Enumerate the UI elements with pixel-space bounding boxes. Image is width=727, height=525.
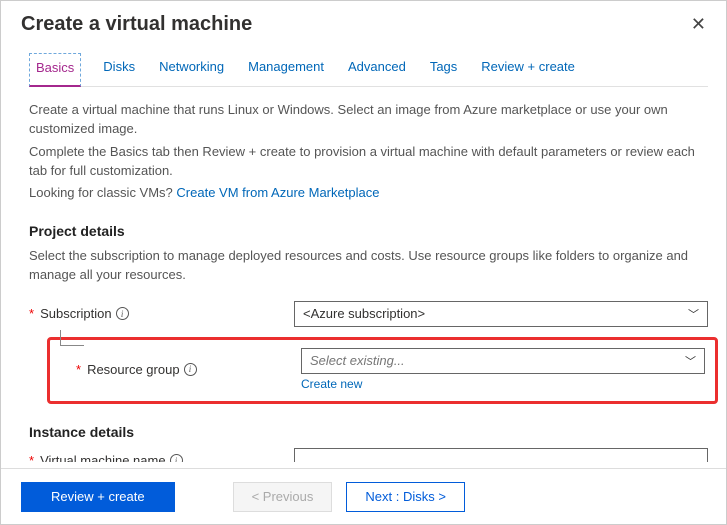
tree-connector	[60, 330, 84, 346]
info-icon[interactable]: i	[116, 307, 129, 320]
vm-name-input[interactable]	[294, 448, 708, 462]
tab-tags[interactable]: Tags	[428, 53, 459, 86]
create-vm-marketplace-link[interactable]: Create VM from Azure Marketplace	[176, 185, 379, 200]
intro-text-2: Complete the Basics tab then Review + cr…	[29, 143, 708, 181]
resource-group-highlight: * Resource group i Select existing... ﹀ …	[47, 337, 718, 404]
instance-details-heading: Instance details	[29, 424, 708, 440]
next-button[interactable]: Next : Disks >	[346, 482, 465, 512]
subscription-dropdown[interactable]: <Azure subscription> ﹀	[294, 301, 708, 327]
tab-review-create[interactable]: Review + create	[479, 53, 577, 86]
tab-advanced[interactable]: Advanced	[346, 53, 408, 86]
subscription-label: Subscription	[40, 306, 112, 321]
dialog-header: Create a virtual machine ✕	[1, 1, 726, 44]
vm-name-row: * Virtual machine name i	[29, 448, 708, 462]
chevron-down-icon: ﹀	[688, 306, 699, 322]
project-details-heading: Project details	[29, 223, 708, 239]
intro-text-1: Create a virtual machine that runs Linux…	[29, 101, 708, 139]
footer-bar: Review + create < Previous Next : Disks …	[1, 468, 726, 524]
tab-basics[interactable]: Basics	[29, 53, 81, 87]
info-icon[interactable]: i	[170, 454, 183, 462]
tab-bar: Basics Disks Networking Management Advan…	[29, 53, 708, 87]
required-marker: *	[29, 306, 34, 321]
project-details-desc: Select the subscription to manage deploy…	[29, 247, 708, 285]
resource-group-row: * Resource group i Select existing... ﹀ …	[76, 348, 705, 391]
tab-networking[interactable]: Networking	[157, 53, 226, 86]
resource-group-label: Resource group	[87, 362, 180, 377]
content-scroll[interactable]: Basics Disks Networking Management Advan…	[13, 45, 718, 462]
intro-text-3: Looking for classic VMs? Create VM from …	[29, 184, 708, 203]
intro-text-3-prefix: Looking for classic VMs?	[29, 185, 176, 200]
dialog-title: Create a virtual machine	[21, 13, 252, 36]
vm-name-label: Virtual machine name	[40, 453, 166, 462]
subscription-row: * Subscription i <Azure subscription> ﹀	[29, 301, 708, 327]
close-icon[interactable]: ✕	[691, 14, 706, 35]
resource-group-placeholder: Select existing...	[310, 353, 405, 368]
chevron-down-icon: ﹀	[685, 353, 696, 369]
tab-management[interactable]: Management	[246, 53, 326, 86]
review-create-button[interactable]: Review + create	[21, 482, 175, 512]
info-icon[interactable]: i	[184, 363, 197, 376]
required-marker: *	[29, 453, 34, 462]
resource-group-dropdown[interactable]: Select existing... ﹀	[301, 348, 705, 374]
previous-button: < Previous	[233, 482, 333, 512]
subscription-value: <Azure subscription>	[303, 306, 425, 321]
create-new-rg-link[interactable]: Create new	[301, 377, 362, 391]
tab-disks[interactable]: Disks	[101, 53, 137, 86]
required-marker: *	[76, 362, 81, 377]
